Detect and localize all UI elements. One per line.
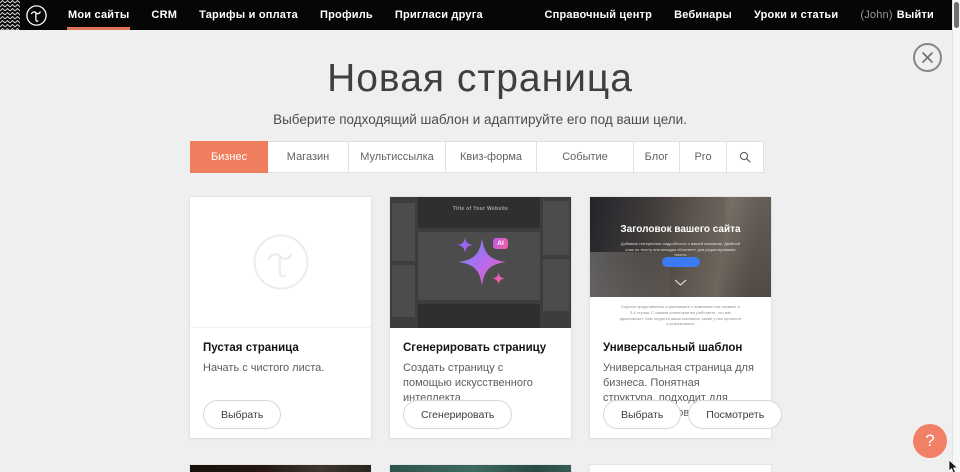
ai-template-preview[interactable]: Title of Your Website bbox=[390, 197, 571, 328]
card-body: Сгенерировать страницу Создать страницу … bbox=[390, 328, 571, 406]
template-hero-button bbox=[662, 257, 700, 267]
preview-universal-button[interactable]: Посмотреть bbox=[688, 400, 782, 429]
template-about-text: Коротко представьтесь и расскажите о ком… bbox=[620, 304, 742, 328]
template-about-section: Коротко представьтесь и расскажите о ком… bbox=[590, 297, 771, 328]
collage-title: Title of Your Website bbox=[390, 206, 571, 212]
card-title: Сгенерировать страницу bbox=[403, 342, 558, 354]
app-window: Мои сайты CRM Тарифы и оплата Профиль Пр… bbox=[0, 0, 960, 472]
nav-lessons[interactable]: Уроки и статьи bbox=[743, 0, 849, 30]
top-navigation-bar: Мои сайты CRM Тарифы и оплата Профиль Пр… bbox=[0, 0, 952, 30]
help-button[interactable]: ? bbox=[913, 424, 947, 458]
tab-event[interactable]: Событие bbox=[536, 141, 634, 173]
card-title: Универсальный шаблон bbox=[603, 342, 758, 354]
blank-template-preview[interactable] bbox=[190, 197, 371, 328]
card-title: Пустая страница bbox=[203, 342, 358, 354]
template-card-preview[interactable] bbox=[390, 465, 571, 472]
template-card-preview[interactable] bbox=[190, 465, 371, 472]
logout-label: Выйти bbox=[897, 9, 934, 21]
tilda-watermark-icon bbox=[252, 233, 310, 291]
chevron-down-icon bbox=[674, 279, 687, 286]
search-icon bbox=[739, 151, 751, 163]
page-subtitle: Выберите подходящий шаблон и адаптируйте… bbox=[0, 112, 960, 127]
template-card-universal: Заголовок вашего сайта Добавьте интересн… bbox=[590, 197, 771, 438]
collage-tile bbox=[543, 259, 569, 311]
nav-tariffs[interactable]: Тарифы и оплата bbox=[188, 0, 309, 30]
nav-crm[interactable]: CRM bbox=[140, 0, 188, 30]
template-cards-row-2 bbox=[190, 465, 771, 472]
card-description: Начать с чистого листа. bbox=[203, 361, 355, 376]
tab-multilink[interactable]: Мультиссылка bbox=[348, 141, 446, 173]
tab-shop[interactable]: Магазин bbox=[267, 141, 349, 173]
tab-pro[interactable]: Pro bbox=[679, 141, 727, 173]
template-hero-title: Заголовок вашего сайта bbox=[590, 224, 771, 235]
nav-invite-friend[interactable]: Пригласи друга bbox=[384, 0, 494, 30]
collage-tile bbox=[418, 304, 540, 328]
ai-badge: AI bbox=[493, 238, 508, 249]
tab-search[interactable] bbox=[726, 141, 764, 173]
nav-webinars[interactable]: Вебинары bbox=[663, 0, 743, 30]
card-body: Пустая страница Начать с чистого листа. bbox=[190, 328, 371, 376]
choose-universal-button[interactable]: Выбрать bbox=[603, 400, 681, 429]
scrollbar-track[interactable] bbox=[952, 0, 960, 472]
ai-sparkle-small-icon bbox=[492, 272, 505, 285]
user-name: (John) bbox=[860, 9, 892, 21]
pattern-strip bbox=[0, 0, 20, 30]
nav-help-center[interactable]: Справочный центр bbox=[534, 0, 664, 30]
tab-blog[interactable]: Блог bbox=[633, 141, 680, 173]
card-actions: Сгенерировать bbox=[403, 400, 512, 429]
card-actions: Выбрать Посмотреть bbox=[603, 400, 782, 429]
page-title: Новая страница bbox=[0, 57, 960, 101]
secondary-nav: Справочный центр Вебинары Уроки и статьи… bbox=[534, 0, 953, 30]
tab-business[interactable]: Бизнес bbox=[190, 141, 268, 173]
template-cards-row: Пустая страница Начать с чистого листа. … bbox=[190, 197, 771, 438]
scrollbar-thumb[interactable] bbox=[954, 2, 959, 28]
template-card-ai-generate: Title of Your Website bbox=[390, 197, 571, 438]
template-hero-section: Заголовок вашего сайта Добавьте интересн… bbox=[590, 197, 771, 297]
template-hero-text: Добавьте интересные подробности о вашей … bbox=[620, 241, 741, 258]
collage-tile bbox=[392, 265, 415, 317]
tab-quiz-form[interactable]: Квиз-форма bbox=[445, 141, 537, 173]
nav-profile[interactable]: Профиль bbox=[309, 0, 384, 30]
generate-button[interactable]: Сгенерировать bbox=[403, 400, 512, 429]
choose-blank-button[interactable]: Выбрать bbox=[203, 400, 281, 429]
primary-nav: Мои сайты CRM Тарифы и оплата Профиль Пр… bbox=[57, 0, 494, 30]
collage-tile bbox=[418, 197, 540, 228]
universal-template-preview[interactable]: Заголовок вашего сайта Добавьте интересн… bbox=[590, 197, 771, 328]
nav-my-sites[interactable]: Мои сайты bbox=[57, 0, 140, 30]
template-category-tabs: Бизнес Магазин Мультиссылка Квиз-форма С… bbox=[190, 141, 771, 173]
card-actions: Выбрать bbox=[203, 400, 281, 429]
template-card-blank: Пустая страница Начать с чистого листа. … bbox=[190, 197, 371, 438]
template-card-preview[interactable] bbox=[590, 465, 771, 472]
nav-logout[interactable]: (John) Выйти bbox=[849, 0, 945, 30]
tilda-logo[interactable] bbox=[25, 4, 48, 27]
